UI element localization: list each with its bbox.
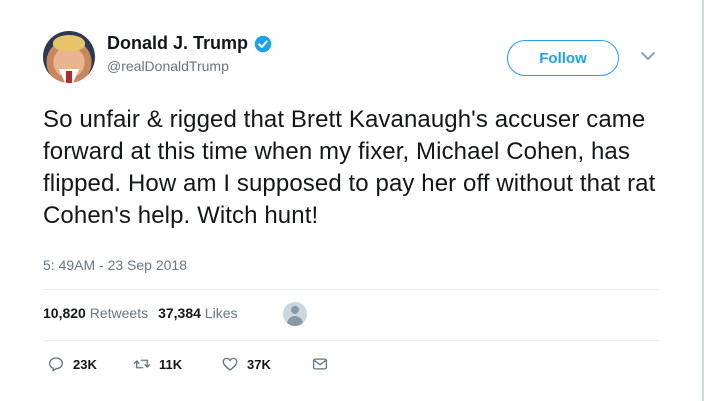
chevron-down-icon[interactable] [641, 51, 655, 61]
heart-icon [222, 357, 238, 371]
user-handle[interactable]: @realDonaldTrump [107, 58, 272, 74]
follow-button[interactable]: Follow [507, 40, 619, 76]
reply-button[interactable]: 23K [47, 355, 97, 373]
reply-icon [48, 357, 64, 372]
verified-badge-icon [254, 35, 272, 52]
avatar[interactable] [43, 31, 95, 83]
tweet-header: Donald J. Trump @realDonaldTrump Follow [43, 31, 673, 87]
avatar-hair [53, 35, 85, 51]
liker-avatar-body [287, 316, 303, 326]
envelope-icon [312, 358, 328, 370]
likes-label: Likes [204, 305, 238, 321]
display-name[interactable]: Donald J. Trump [107, 33, 248, 54]
likes-count: 37,384 [158, 305, 201, 321]
engagement-stats: 10,820 Retweets 37,384 Likes [43, 305, 247, 321]
divider [43, 340, 659, 341]
retweets-label: Retweets [89, 305, 149, 321]
retweet-count: 11K [159, 356, 183, 372]
user-info: Donald J. Trump @realDonaldTrump [107, 33, 272, 74]
liker-avatar[interactable] [283, 302, 307, 326]
direct-message-button[interactable] [311, 355, 329, 373]
retweet-button[interactable]: 11K [133, 355, 182, 373]
reply-count: 23K [73, 356, 97, 372]
likes-stat[interactable]: 37,384 Likes [158, 305, 237, 321]
follow-label: Follow [539, 49, 587, 67]
avatar-tie [66, 71, 72, 83]
liker-avatar-head [291, 306, 299, 314]
like-count: 37K [247, 356, 271, 372]
name-row: Donald J. Trump [107, 33, 272, 54]
retweet-icon [133, 359, 151, 369]
like-button[interactable]: 37K [221, 355, 271, 373]
tweet-text: So unfair & rigged that Brett Kavanaugh'… [43, 106, 656, 229]
retweets-count: 10,820 [43, 305, 86, 321]
retweets-stat[interactable]: 10,820 Retweets [43, 305, 148, 321]
divider [43, 289, 659, 290]
tweet-timestamp[interactable]: 5: 49AM - 23 Sep 2018 [43, 257, 187, 273]
